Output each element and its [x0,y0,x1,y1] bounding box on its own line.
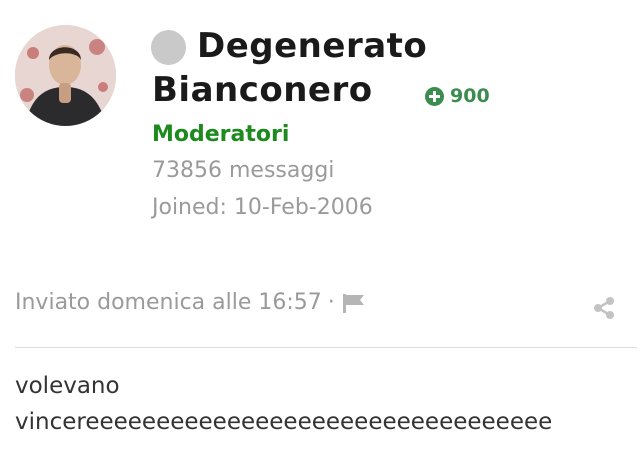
reputation-count: 900 [450,85,490,107]
joined-date: Joined: 10-Feb-2006 [152,195,373,220]
plus-circle-icon [425,86,444,106]
user-avatar[interactable] [15,25,116,126]
meta-separator: · [327,290,335,315]
user-group[interactable]: Moderatori [152,122,289,147]
post-timestamp[interactable]: Inviato domenica alle 16:57 [15,290,322,315]
avatar-image [15,25,116,126]
username-line-1: Degenerato [197,26,428,66]
post-body-line-2: vincereeeeeeeeeeeeeeeeeeeeeeeeeeeeeeeee [15,409,553,435]
username-line-2: Bianconero [152,70,373,110]
post-count: 73856 messaggi [152,158,335,183]
post-body: volevano vincereeeeeeeeeeeeeeeeeeeeeeeee… [15,368,625,440]
reputation-badge[interactable]: 900 [425,84,490,108]
post-meta: Inviato domenica alle 16:57 · [15,290,367,315]
flag-icon[interactable] [341,292,367,314]
username[interactable]: Degenerato Bianconero [152,24,452,112]
post-body-line-1: volevano [15,373,120,399]
share-icon[interactable] [592,296,616,320]
divider [15,347,637,348]
